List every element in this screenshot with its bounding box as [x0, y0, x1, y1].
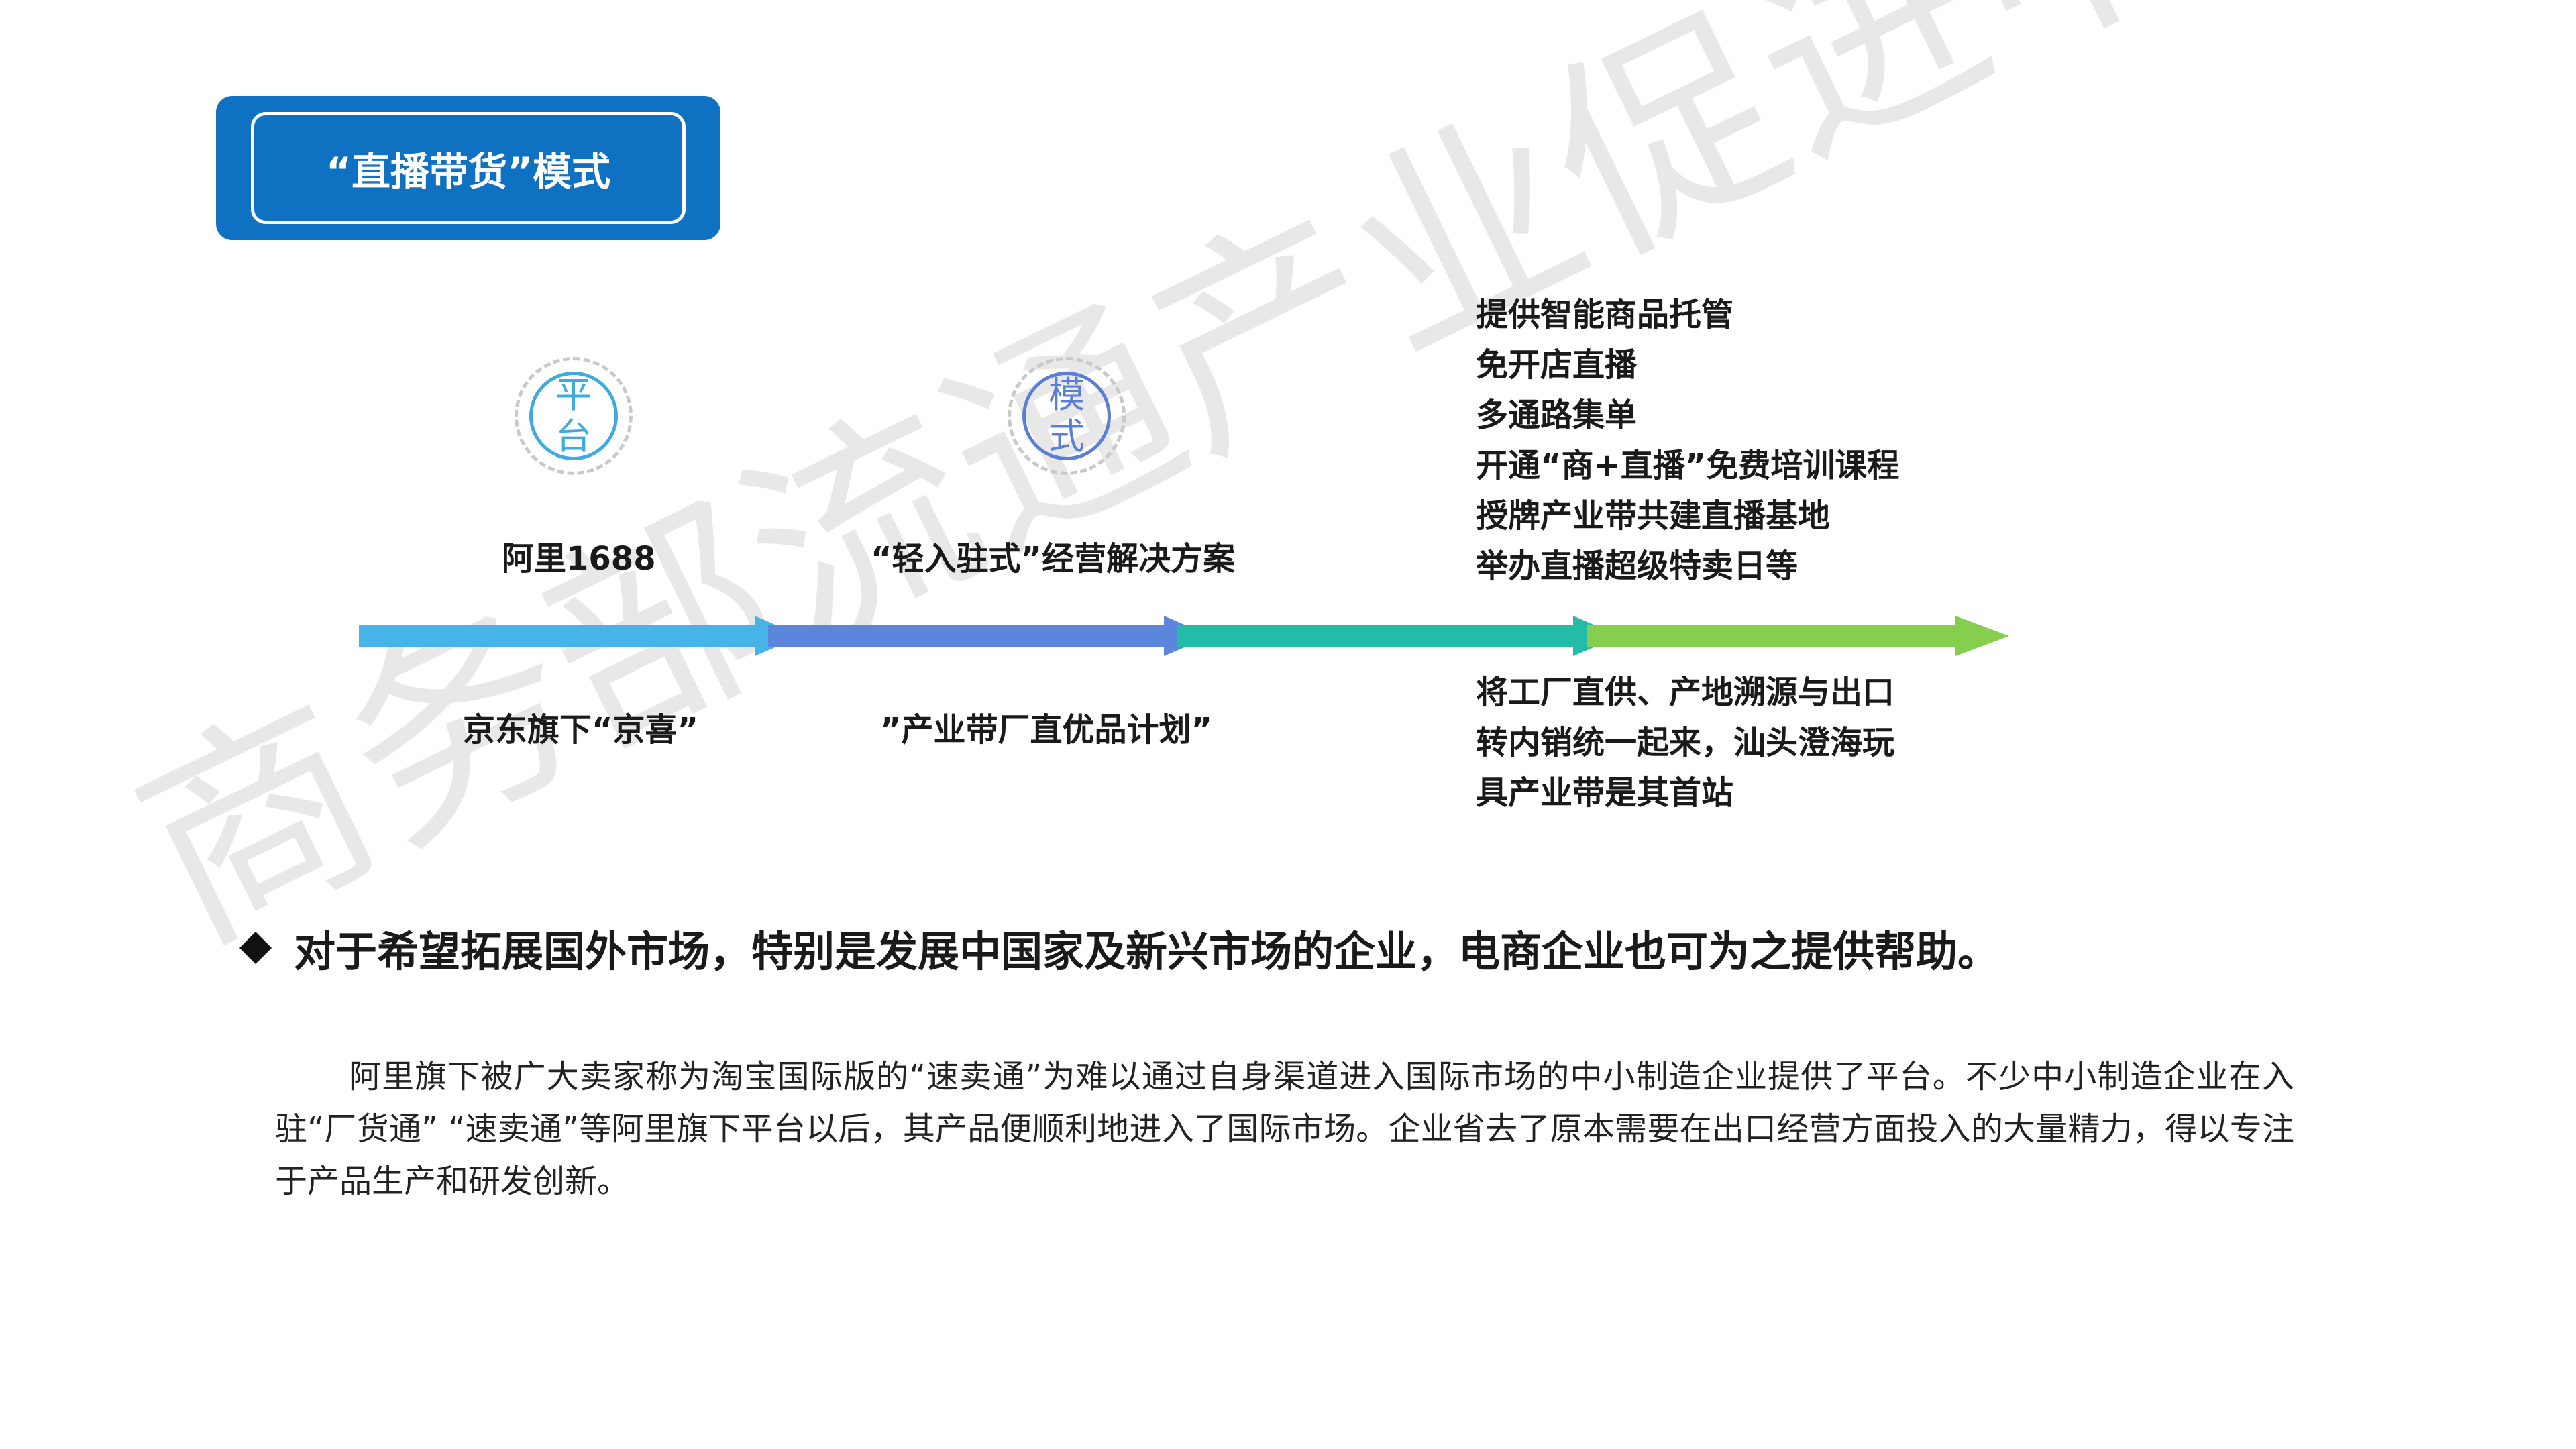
- label-jd-jingxi: 京东旗下“京喜”: [463, 711, 699, 749]
- timeline-segment-4: [1587, 625, 1962, 647]
- outcome-item: 转内销统一起来，汕头澄海玩: [1476, 724, 1895, 761]
- body-paragraph: 阿里旗下被广大卖家称为淘宝国际版的“速卖通”为难以通过自身渠道进入国际市场的中小…: [275, 1058, 2294, 1200]
- outcome-item: 将工厂直供、产地溯源与出口: [1476, 674, 1895, 711]
- timeline-arrow-tip-4: [1955, 616, 2009, 656]
- timeline-arrows: [359, 616, 2009, 656]
- outcomes-list: 将工厂直供、产地溯源与出口 转内销统一起来，汕头澄海玩 具产业带是其首站: [1476, 667, 1894, 818]
- outcome-item: 具产业带是其首站: [1476, 774, 1734, 812]
- label-factory-direct-plan: ”产业带厂直优品计划”: [880, 711, 1213, 749]
- timeline-segment-2: [768, 625, 1171, 647]
- bullet-text: 对于希望拓展国外市场，特别是发展中国家及新兴市场的企业，电商企业也可为之提供帮助…: [294, 927, 2000, 976]
- timeline-segment-3: [1177, 625, 1580, 647]
- timeline-segment-1: [359, 625, 761, 647]
- bullet-point: 对于希望拓展国外市场，特别是发展中国家及新兴市场的企业，电商企业也可为之提供帮助…: [239, 918, 2000, 978]
- diamond-bullet-icon: [239, 931, 272, 965]
